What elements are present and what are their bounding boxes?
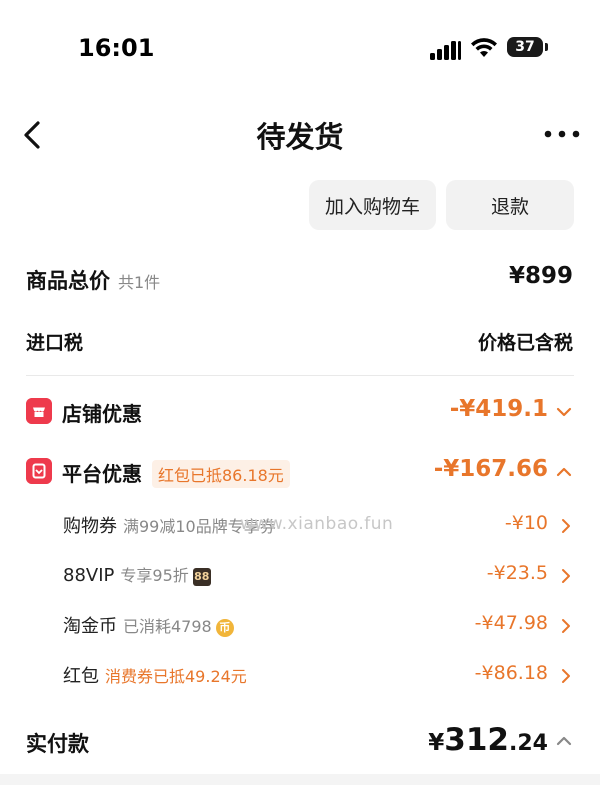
sub-item-desc: 专享95折 bbox=[120, 566, 189, 585]
chevron-right-icon bbox=[562, 519, 570, 533]
list-item-red-packet[interactable]: 红包 消费券已抵49.24元 -¥86.18 bbox=[0, 662, 600, 690]
store-discount-row[interactable]: 店铺优惠 -¥419.1 bbox=[0, 395, 600, 429]
cellular-signal-icon bbox=[430, 40, 462, 60]
platform-discount-value: -¥167.66 bbox=[433, 456, 548, 482]
more-icon[interactable] bbox=[542, 124, 582, 144]
sub-item-label: 淘金币 bbox=[63, 616, 117, 637]
import-tax-row: 进口税 价格已含税 bbox=[0, 326, 600, 356]
total-price-label: 商品总价 共1件 bbox=[26, 269, 161, 293]
store-discount-label: 店铺优惠 bbox=[62, 402, 142, 426]
platform-discount-label: 平台优惠 红包已抵86.18元 bbox=[62, 458, 290, 488]
paid-amount-row[interactable]: 实付款 ¥312.24 bbox=[0, 722, 600, 762]
divider bbox=[26, 375, 574, 376]
chevron-right-icon bbox=[562, 619, 570, 633]
chevron-down-icon bbox=[556, 407, 572, 417]
import-tax-value: 价格已含税 bbox=[477, 332, 573, 354]
battery-icon: 37 bbox=[507, 37, 548, 57]
refund-button[interactable]: 退款 bbox=[446, 180, 574, 230]
status-time: 16:01 bbox=[78, 34, 155, 62]
chevron-up-icon bbox=[556, 467, 572, 477]
total-price-row: 商品总价 共1件 ¥899 bbox=[0, 262, 600, 298]
nav-bar: 待发货 bbox=[0, 100, 600, 170]
store-discount-value: -¥419.1 bbox=[449, 396, 548, 422]
sub-item-value: -¥23.5 bbox=[486, 562, 548, 584]
paid-amount-label: 实付款 bbox=[26, 732, 89, 756]
chevron-up-icon bbox=[556, 736, 572, 746]
sub-item-desc: 消费券已抵49.24元 bbox=[105, 667, 247, 686]
bottom-separator bbox=[0, 774, 600, 785]
platform-discount-row[interactable]: 平台优惠 红包已抵86.18元 -¥167.66 bbox=[0, 455, 600, 489]
sub-item-value: -¥47.98 bbox=[474, 612, 548, 634]
sub-item-desc: 满99减10品牌专享券 bbox=[123, 517, 276, 536]
status-bar: 16:01 37 bbox=[0, 0, 600, 95]
import-tax-label: 进口税 bbox=[26, 332, 84, 354]
vip-88-icon: 88 bbox=[192, 568, 211, 586]
gold-coin-icon: 币 bbox=[215, 619, 234, 637]
list-item-taojinbi[interactable]: 淘金币 已消耗4798 币 -¥47.98 bbox=[0, 612, 600, 640]
item-count: 共1件 bbox=[118, 273, 161, 292]
total-price-value: ¥899 bbox=[508, 263, 573, 289]
add-to-cart-button[interactable]: 加入购物车 bbox=[309, 180, 436, 230]
sub-item-label: 红包 bbox=[63, 666, 99, 687]
sub-item-value: -¥86.18 bbox=[474, 662, 548, 684]
paid-integer: 312 bbox=[444, 722, 510, 758]
sub-item-value: -¥10 bbox=[504, 512, 548, 534]
sub-item-desc: 已消耗4798 bbox=[123, 617, 212, 636]
chevron-right-icon bbox=[562, 669, 570, 683]
sub-item-label: 88VIP bbox=[63, 565, 115, 586]
paid-currency: ¥ bbox=[428, 730, 445, 756]
wifi-icon bbox=[471, 38, 497, 57]
red-packet-pill: 红包已抵86.18元 bbox=[152, 460, 290, 488]
sub-item-label: 购物券 bbox=[63, 516, 117, 537]
page-title: 待发货 bbox=[256, 120, 344, 154]
battery-level: 37 bbox=[515, 39, 535, 55]
paid-decimal: .24 bbox=[509, 731, 548, 756]
chevron-right-icon bbox=[562, 569, 570, 583]
list-item-88vip[interactable]: 88VIP 专享95折 88 -¥23.5 bbox=[0, 562, 600, 590]
store-icon bbox=[26, 398, 52, 424]
coupon-icon bbox=[26, 458, 52, 484]
list-item-shopping-coupon[interactable]: 购物券 满99减10品牌专享券 -¥10 bbox=[0, 512, 600, 540]
paid-amount-value: ¥312.24 bbox=[428, 722, 548, 758]
